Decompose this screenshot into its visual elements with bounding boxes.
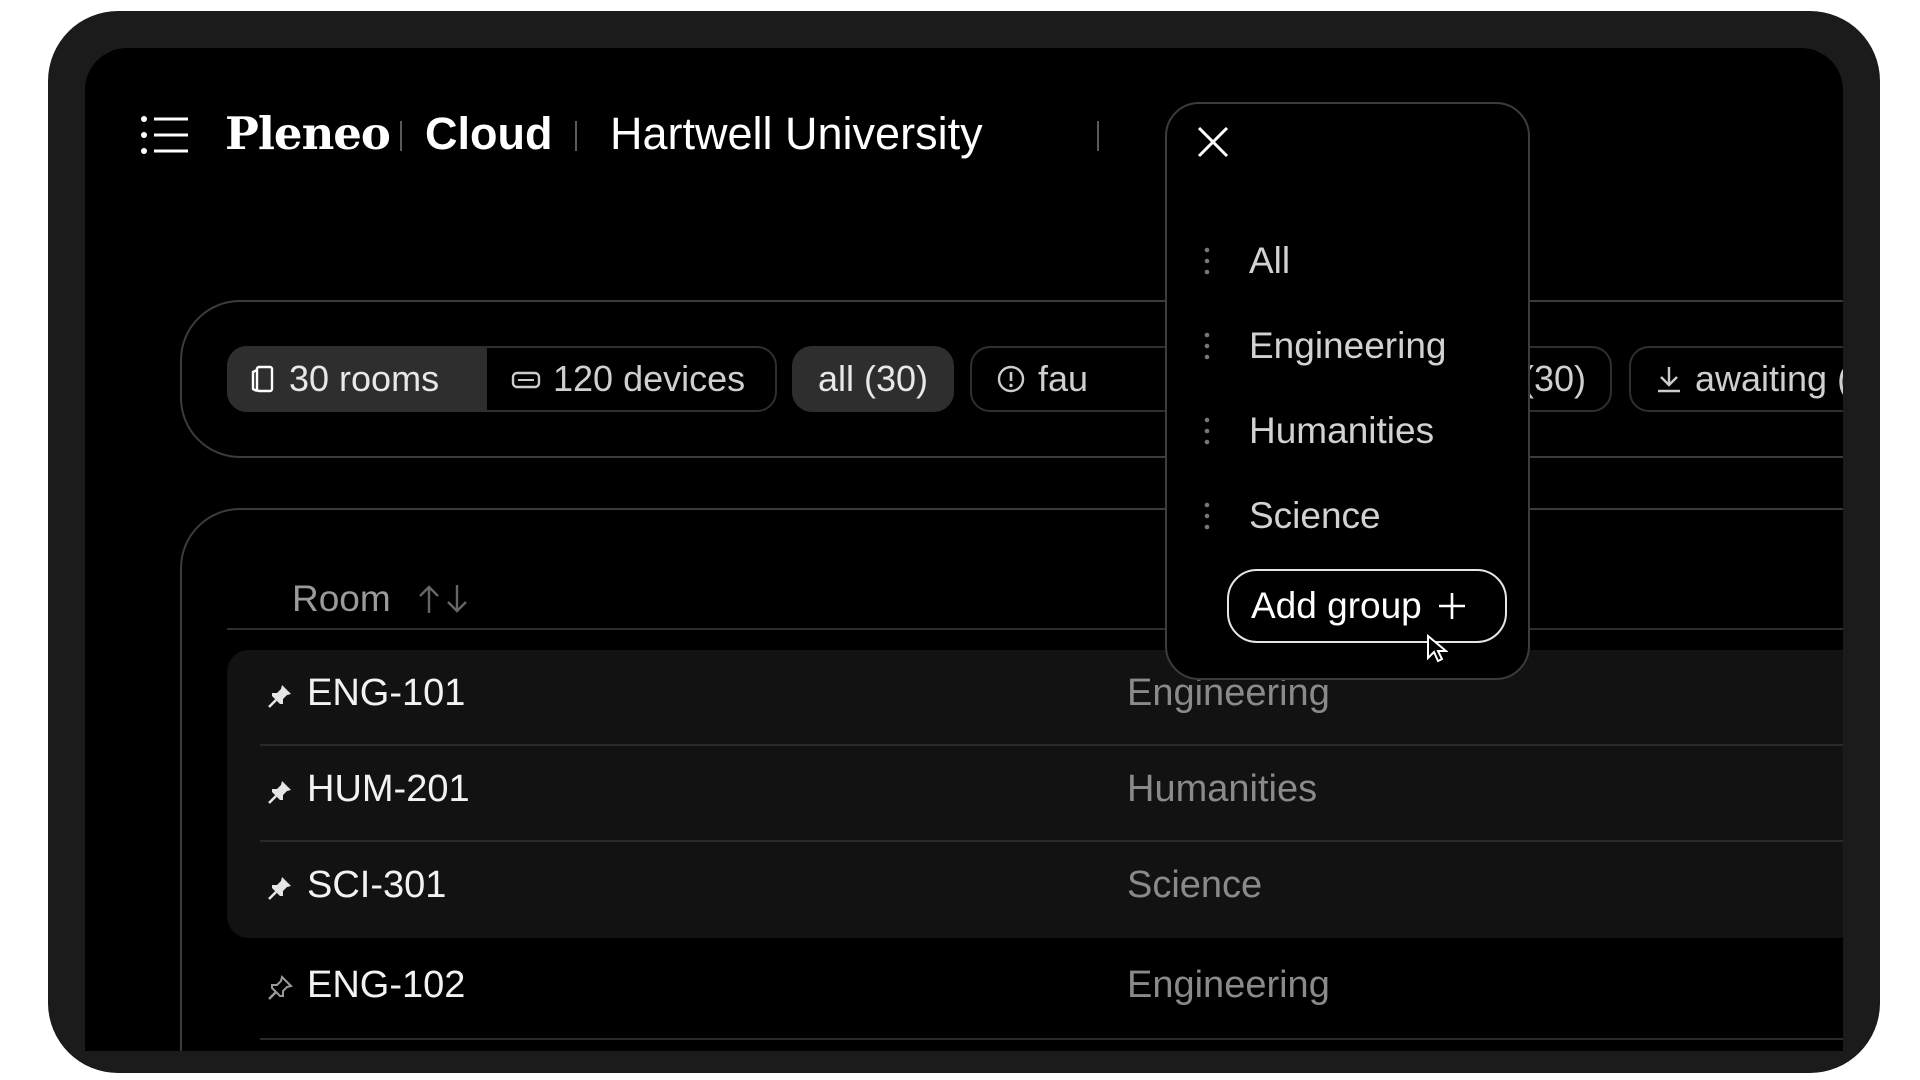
- group-dropdown: All Engineering Humanities Science Add g…: [1165, 102, 1530, 680]
- pin-filled-icon[interactable]: [267, 875, 293, 901]
- organization-name[interactable]: Hartwell University: [610, 106, 983, 162]
- header-separator: [400, 121, 402, 151]
- filter-faults-label: fau: [1038, 358, 1089, 399]
- drag-handle-icon[interactable]: [1203, 331, 1211, 361]
- dropdown-item-label: All: [1249, 240, 1291, 281]
- dropdown-item-all[interactable]: All: [1167, 226, 1528, 296]
- screen: Pleneo Cloud Hartwell University 30 room…: [85, 48, 1843, 1051]
- header-separator: [575, 121, 577, 151]
- column-header-room[interactable]: Room: [292, 578, 471, 620]
- device-frame: Pleneo Cloud Hartwell University 30 room…: [48, 11, 1880, 1073]
- room-group: Science: [1127, 864, 1263, 906]
- rooms-count: 30 rooms: [289, 358, 440, 399]
- list-menu-icon[interactable]: [140, 115, 190, 155]
- close-icon[interactable]: [1189, 118, 1237, 166]
- download-icon: [1658, 367, 1680, 393]
- dropdown-item-label: Science: [1249, 495, 1381, 536]
- product-name: Cloud: [425, 108, 553, 159]
- table-row[interactable]: HUM-201 Humanities: [227, 746, 1843, 840]
- mouse-pointer-icon: [1427, 634, 1448, 663]
- devices-toggle[interactable]: 120 devices: [487, 346, 777, 412]
- drag-handle-icon[interactable]: [1203, 416, 1211, 446]
- header-divider: [227, 628, 1843, 630]
- filter-awaiting[interactable]: awaiting (30: [1629, 346, 1843, 412]
- device-icon: [511, 371, 541, 389]
- rooms-toggle[interactable]: 30 rooms: [227, 346, 487, 412]
- plus-icon: [1438, 593, 1465, 619]
- dropdown-item-humanities[interactable]: Humanities: [1167, 396, 1528, 466]
- alert-circle-icon: [997, 365, 1025, 393]
- sort-icon[interactable]: [415, 582, 471, 616]
- drag-handle-icon[interactable]: [1203, 246, 1211, 276]
- table-row[interactable]: ENG-101 Engineering: [227, 650, 1843, 744]
- room-group: Engineering: [1127, 964, 1330, 1006]
- rooms-icon: [251, 365, 274, 393]
- room-name: SCI-301: [307, 864, 447, 906]
- dropdown-item-science[interactable]: Science: [1167, 481, 1528, 551]
- filter-awaiting-label: awaiting (30: [1695, 358, 1843, 399]
- room-name: ENG-102: [307, 964, 466, 1006]
- pin-filled-icon[interactable]: [267, 683, 293, 709]
- pin-filled-icon[interactable]: [267, 779, 293, 805]
- header-separator: [1097, 121, 1099, 151]
- add-group-button[interactable]: Add group: [1227, 569, 1507, 643]
- table-row[interactable]: ENG-102 Engineering: [227, 942, 1843, 1036]
- table-row[interactable]: SCI-301 Science: [227, 842, 1843, 936]
- app-header: Pleneo Cloud Hartwell University: [85, 48, 1843, 178]
- filter-bar: 30 rooms 120 devices all (30) fau s (30)…: [180, 300, 1843, 458]
- rooms-table: Room ENG-101 Engineering HUM-201 Humanit…: [180, 508, 1843, 1051]
- dropdown-item-label: Humanities: [1249, 410, 1435, 451]
- add-group-label: Add group: [1251, 585, 1422, 626]
- column-header-room-label: Room: [292, 578, 391, 619]
- devices-count: 120 devices: [553, 358, 746, 399]
- room-name: HUM-201: [307, 768, 470, 810]
- app-logo[interactable]: Pleneo: [225, 106, 391, 162]
- room-group: Humanities: [1127, 768, 1318, 810]
- filter-all[interactable]: all (30): [792, 346, 954, 412]
- dropdown-item-label: Engineering: [1249, 325, 1447, 366]
- filter-all-label: all (30): [817, 358, 929, 399]
- pin-outline-icon[interactable]: [267, 975, 293, 1001]
- row-divider: [260, 1038, 1843, 1040]
- dropdown-item-engineering[interactable]: Engineering: [1167, 311, 1528, 381]
- drag-handle-icon[interactable]: [1203, 501, 1211, 531]
- room-name: ENG-101: [307, 672, 466, 714]
